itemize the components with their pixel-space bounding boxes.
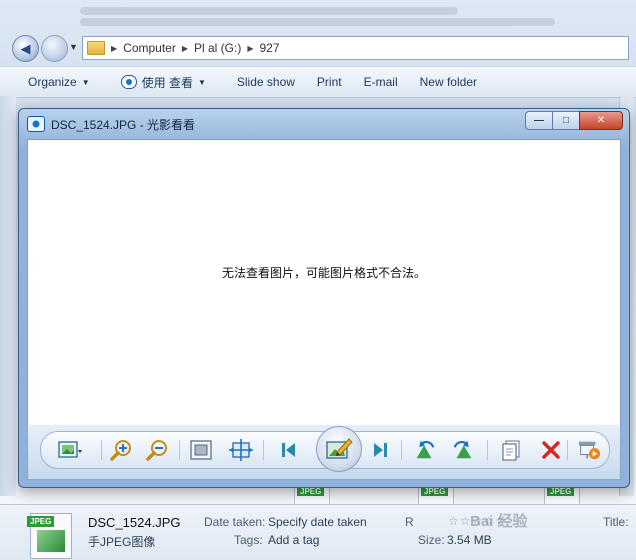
caret-down-icon: ▼ <box>81 77 90 87</box>
image-icon <box>37 530 65 552</box>
zoom-out-icon <box>146 440 167 461</box>
title-label: Title: <box>603 515 629 529</box>
copy-button[interactable] <box>499 439 523 461</box>
zoom-in-button[interactable] <box>109 439 133 461</box>
chevron-right-icon[interactable]: ▶ <box>247 44 253 53</box>
new-folder-button[interactable]: New folder <box>409 75 488 89</box>
slideshow-button[interactable]: Slide show <box>217 75 306 89</box>
size-label: Size: <box>418 533 445 547</box>
date-taken-label: Date taken: <box>204 515 266 529</box>
size-value: 3.54 MB <box>447 533 492 547</box>
actual-size-button[interactable] <box>189 439 213 461</box>
jpeg-badge: JPEG <box>27 516 55 527</box>
recent-pages-dropdown[interactable]: ▼ <box>69 42 78 52</box>
thumbnail-view-button[interactable] <box>55 439 85 461</box>
address-bar[interactable]: ▶ Computer ▶ Pl al (G:) ▶ 927 <box>82 36 629 60</box>
tags-label: Tags: <box>234 533 263 547</box>
file-preview-thumbnail: JPEG <box>27 513 72 559</box>
breadcrumb-drive[interactable]: Pl al (G:) <box>194 41 241 55</box>
maximize-button[interactable]: □ <box>552 111 580 130</box>
chevron-right-icon[interactable]: ▶ <box>111 44 117 53</box>
rotate-right-icon <box>453 440 472 459</box>
arrow-left-icon: ◀ <box>20 40 31 56</box>
chevron-right-icon[interactable]: ▶ <box>182 44 188 53</box>
details-pane: JPEG DSC_1524.JPG 手JPEG图像 Date taken: Sp… <box>0 504 636 560</box>
viewer-toolbar <box>27 425 621 480</box>
fit-window-button[interactable] <box>229 439 253 461</box>
viewer-app-icon <box>27 116 45 132</box>
previous-image-button[interactable] <box>276 439 300 461</box>
email-button[interactable]: E-mail <box>353 75 409 89</box>
jpeg-badge: JPEG <box>297 487 325 496</box>
toolbar-separator <box>487 440 488 460</box>
minimize-button[interactable]: — <box>525 111 553 130</box>
caret-down-icon: ▼ <box>197 77 206 87</box>
back-button[interactable]: ◀ <box>12 35 39 62</box>
detail-filetype: 手JPEG图像 <box>88 535 156 549</box>
breadcrumb-computer[interactable]: Computer <box>123 41 176 55</box>
image-viewer-window: DSC_1524.JPG - 光影看看 — □ ✕ 无法查看图片，可能图片格式不… <box>18 108 630 488</box>
image-gallery-icon <box>58 441 82 458</box>
jpeg-badge: JPEG <box>421 487 449 496</box>
print-button[interactable]: Print <box>306 75 353 89</box>
viewer-app-icon <box>120 75 137 89</box>
command-toolbar: Organize ▼ 使用 查看 ▼ Slide show Print E-mail… <box>0 66 636 98</box>
rotate-left-button[interactable] <box>413 439 437 461</box>
organize-label: Organize <box>28 75 77 89</box>
date-taken-value[interactable]: Specify date taken <box>268 515 367 529</box>
rotate-left-icon <box>416 440 435 459</box>
zoom-in-icon <box>110 440 131 461</box>
folder-icon <box>87 41 105 55</box>
baidu-watermark: Bai 经验 <box>470 513 528 530</box>
skip-next-icon <box>374 443 387 457</box>
edit-picture-icon <box>326 438 353 459</box>
toolbar-separator <box>401 440 402 460</box>
blurred-header-text <box>80 4 620 30</box>
rating-label: R <box>405 515 414 529</box>
error-message: 无法查看图片，可能图片格式不合法。 <box>221 266 426 280</box>
fit-window-icon <box>229 439 253 461</box>
tags-value[interactable]: Add a tag <box>268 533 319 547</box>
edit-image-button[interactable] <box>316 426 362 472</box>
toolbar-pill <box>40 426 610 472</box>
actual-size-icon <box>190 440 212 460</box>
detail-filename: DSC_1524.JPG <box>88 515 181 530</box>
viewer-titlebar[interactable]: DSC_1524.JPG - 光影看看 — □ ✕ <box>19 109 629 139</box>
toolbar-separator <box>567 440 568 460</box>
rotate-right-button[interactable] <box>451 439 475 461</box>
navigation-bar: ◀ ▼ ▶ Computer ▶ Pl al (G:) ▶ 927 <box>10 34 630 62</box>
navigation-pane <box>0 96 16 496</box>
viewer-title: DSC_1524.JPG - 光影看看 <box>51 117 196 132</box>
jpeg-badge: JPEG <box>547 487 575 496</box>
open-with-button[interactable]: 使用 查看 ▼ <box>101 74 217 91</box>
open-with-label: 使用 查看 <box>141 75 193 90</box>
breadcrumb-folder[interactable]: 927 <box>260 41 280 55</box>
close-button[interactable]: ✕ <box>579 111 623 130</box>
zoom-out-button[interactable] <box>145 439 169 461</box>
next-image-button[interactable] <box>369 439 393 461</box>
copy-pages-icon <box>502 440 520 461</box>
delete-x-icon <box>542 441 560 459</box>
toolbar-separator <box>179 440 180 460</box>
delete-button[interactable] <box>539 439 563 461</box>
toolbar-separator <box>263 440 264 460</box>
forward-button[interactable] <box>41 35 68 62</box>
skip-previous-icon <box>282 443 295 457</box>
slideshow-play-button[interactable] <box>577 439 601 461</box>
slideshow-icon <box>578 441 601 460</box>
image-canvas[interactable]: 无法查看图片，可能图片格式不合法。 <box>27 139 621 426</box>
organize-button[interactable]: Organize ▼ <box>0 75 101 89</box>
window-controls: — □ ✕ <box>525 111 623 130</box>
toolbar-separator <box>101 440 102 460</box>
